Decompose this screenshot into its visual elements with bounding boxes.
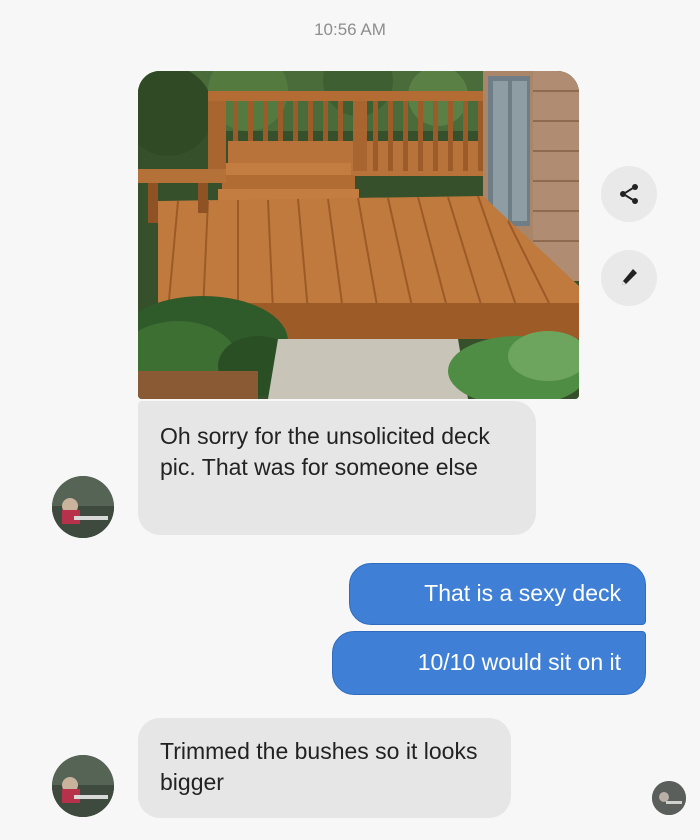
- pencil-icon: [622, 269, 637, 285]
- read-receipt-image: [652, 781, 686, 815]
- outgoing-message-bubble[interactable]: That is a sexy deck: [349, 563, 646, 625]
- read-receipt-avatar: [652, 781, 686, 815]
- message-text: That is a sexy deck: [424, 580, 621, 606]
- share-icon: [620, 184, 638, 204]
- avatar-image: [52, 476, 114, 538]
- outgoing-message-bubble[interactable]: 10/10 would sit on it: [332, 631, 646, 695]
- contact-avatar[interactable]: [52, 755, 114, 817]
- message-timestamp: 10:56 AM: [314, 20, 386, 39]
- contact-avatar[interactable]: [52, 476, 114, 538]
- deck-photo-image: [138, 71, 579, 399]
- message-text: Oh sorry for the unsolicited deck pic. T…: [160, 423, 490, 480]
- message-text: 10/10 would sit on it: [417, 649, 621, 675]
- share-button[interactable]: [601, 166, 657, 222]
- deck-photo-message[interactable]: [138, 71, 579, 399]
- message-text: Trimmed the bushes so it looks bigger: [160, 738, 478, 795]
- edit-button[interactable]: [601, 250, 657, 306]
- avatar-image: [52, 755, 114, 817]
- incoming-message-bubble[interactable]: Oh sorry for the unsolicited deck pic. T…: [138, 401, 536, 535]
- incoming-message-bubble[interactable]: Trimmed the bushes so it looks bigger: [138, 718, 511, 818]
